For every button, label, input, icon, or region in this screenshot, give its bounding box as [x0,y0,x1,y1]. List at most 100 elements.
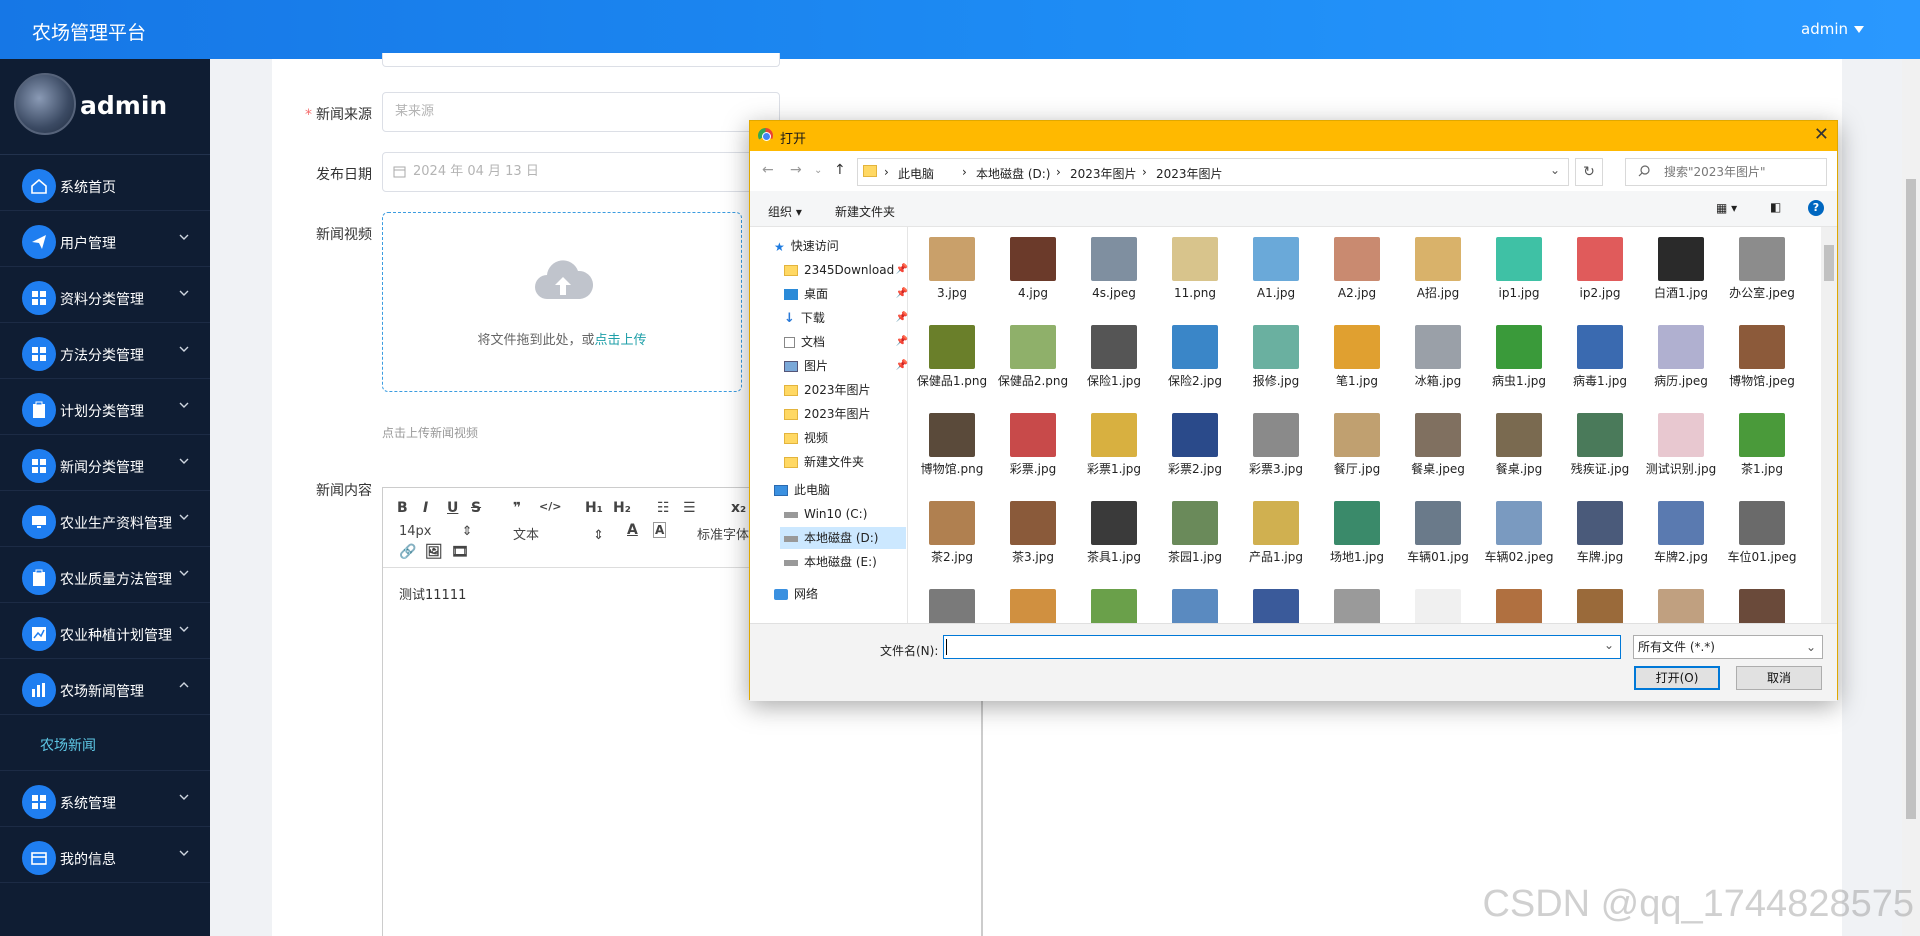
tree-item[interactable]: 桌面 📌 [780,283,908,305]
page-scroll-thumb[interactable] [1906,179,1916,819]
page-scrollbar[interactable] [1902,59,1920,936]
filename-dropdown-icon[interactable]: ⌄ [1604,638,1614,652]
sidebar-item-10[interactable]: 农场新闻管理 [0,659,210,715]
forward-arrow-icon[interactable]: → [790,162,802,178]
file-scroll-thumb[interactable] [1824,245,1834,281]
view-options-icon[interactable]: ▦ ▾ [1716,201,1737,215]
tree-item[interactable]: 2345Download 📌 [780,259,908,281]
sidebar-item-6[interactable]: 新闻分类管理 [0,435,210,491]
file-item[interactable]: 博物馆.png [916,413,988,477]
font-family-select[interactable]: 标准字体 [697,524,749,543]
file-item[interactable]: 保险1.jpg [1078,325,1150,389]
file-item[interactable] [1321,589,1393,623]
file-item[interactable]: 笔1.jpg [1321,325,1393,389]
breadcrumb-item[interactable]: 本地磁盘 (D:) [976,165,1050,182]
new-folder-button[interactable]: 新建文件夹 [835,203,895,220]
file-item[interactable] [1159,589,1231,623]
previous-field-input[interactable] [382,53,780,67]
file-item[interactable]: 车辆01.jpg [1402,501,1474,565]
search-input[interactable]: 搜索"2023年图片" [1625,158,1827,186]
user-menu[interactable]: admin [1801,20,1864,38]
file-item[interactable] [1726,589,1798,623]
sidebar-item-1[interactable]: 系统首页 [0,155,210,211]
click-upload-link[interactable]: 点击上传 [595,333,647,348]
file-item[interactable]: 茶园1.jpg [1159,501,1231,565]
file-item[interactable]: 车牌.jpg [1564,501,1636,565]
file-item[interactable] [1240,589,1312,623]
file-item[interactable]: 病虫1.jpg [1483,325,1555,389]
font-size-select[interactable]: 14px ⇕ [399,524,473,539]
refresh-button[interactable]: ↻ [1575,158,1603,186]
file-item[interactable]: 保健品1.png [916,325,988,389]
file-item[interactable]: 病历.jpeg [1645,325,1717,389]
filename-input[interactable]: ⌄ [943,635,1621,659]
file-item[interactable]: 3.jpg [916,237,988,301]
tree-item[interactable]: 2023年图片 [780,403,906,425]
tree-item[interactable]: 视频 [780,427,906,449]
back-arrow-icon[interactable]: ← [762,162,774,178]
file-item[interactable]: 餐厅.jpg [1321,413,1393,477]
bullet-list-button[interactable]: ☰ [683,500,696,516]
file-item[interactable] [916,589,988,623]
file-item[interactable]: 彩票2.jpg [1159,413,1231,477]
subscript-button[interactable]: x₂ [731,500,746,516]
sidebar-item-4[interactable]: 方法分类管理 [0,323,210,379]
file-item[interactable]: A1.jpg [1240,237,1312,301]
open-button[interactable]: 打开(O) [1634,666,1720,690]
file-item[interactable]: 车牌2.jpg [1645,501,1717,565]
file-item[interactable]: 茶1.jpg [1726,413,1798,477]
link-icon[interactable]: 🔗 [399,544,416,560]
bold-button[interactable]: B [397,500,408,516]
address-bar[interactable]: ⌄ › 此电脑 › 本地磁盘 (D:) › 2023年图片 › 2023年图片 [857,158,1569,186]
image-icon[interactable]: 🖼 [425,544,443,560]
breadcrumb-item[interactable]: 此电脑 [898,165,934,182]
file-item[interactable]: 餐桌.jpg [1483,413,1555,477]
file-item[interactable] [1645,589,1717,623]
strike-button[interactable]: S [471,500,481,516]
file-item[interactable]: 车位01.jpeg [1726,501,1798,565]
file-item[interactable]: 保险2.jpg [1159,325,1231,389]
file-item[interactable]: 彩票3.jpg [1240,413,1312,477]
breadcrumb-separator[interactable]: › [1142,165,1147,179]
file-item[interactable]: 测试识别.jpg [1645,413,1717,477]
italic-button[interactable]: I [423,500,428,516]
file-item[interactable]: 博物馆.jpeg [1726,325,1798,389]
file-item[interactable]: 茶具1.jpg [1078,501,1150,565]
breadcrumb-separator[interactable]: › [884,165,889,179]
file-item[interactable]: 白酒1.jpg [1645,237,1717,301]
sidebar-item-5[interactable]: 计划分类管理 [0,379,210,435]
file-item[interactable]: ip1.jpg [1483,237,1555,301]
cancel-button[interactable]: 取消 [1736,666,1822,690]
text-type-select[interactable]: 文本 ⇕ [513,524,604,543]
underline-button[interactable]: U [447,500,458,516]
font-color-button[interactable]: A [627,522,638,538]
sidebar-item-7[interactable]: 农业生产资料管理 [0,491,210,547]
bg-color-button[interactable]: A [653,522,667,538]
sidebar-subitem-farm-news[interactable]: 农场新闻 [0,715,210,771]
tree-item[interactable]: 新建文件夹 [780,451,906,473]
file-item[interactable]: A招.jpg [1402,237,1474,301]
tree-item[interactable]: ↓ 下载 📌 [780,307,908,329]
sidebar-item-8[interactable]: 农业质量方法管理 [0,547,210,603]
file-item[interactable]: 4s.jpeg [1078,237,1150,301]
file-item[interactable]: 餐桌.jpeg [1402,413,1474,477]
file-item[interactable]: 车辆02.jpeg [1483,501,1555,565]
tree-item[interactable]: 本地磁盘 (E:) [780,551,906,573]
tree-item[interactable]: 文档 📌 [780,331,908,353]
breadcrumb-separator[interactable]: › [962,165,967,179]
code-button[interactable]: </> [539,500,561,513]
file-item[interactable]: 病毒1.jpg [1564,325,1636,389]
tree-item[interactable]: 图片 📌 [780,355,908,377]
file-item[interactable] [1564,589,1636,623]
date-picker[interactable]: 2024 年 04 月 13 日 [382,152,780,192]
editor-content[interactable]: 测试11111 [399,584,466,603]
sidebar-item-9[interactable]: 农业种植计划管理 [0,603,210,659]
file-item[interactable]: 办公室.jpeg [1726,237,1798,301]
tree-item[interactable]: 本地磁盘 (D:) [780,527,906,549]
video-upload-dropzone[interactable]: 将文件拖到此处，或点击上传 [382,212,742,392]
video-icon[interactable]: 🎞 [451,544,469,560]
source-input[interactable]: 某来源 [382,92,780,132]
file-item[interactable]: 产品1.jpg [1240,501,1312,565]
file-item[interactable] [1483,589,1555,623]
sidebar-item-102[interactable]: 我的信息 [0,827,210,883]
